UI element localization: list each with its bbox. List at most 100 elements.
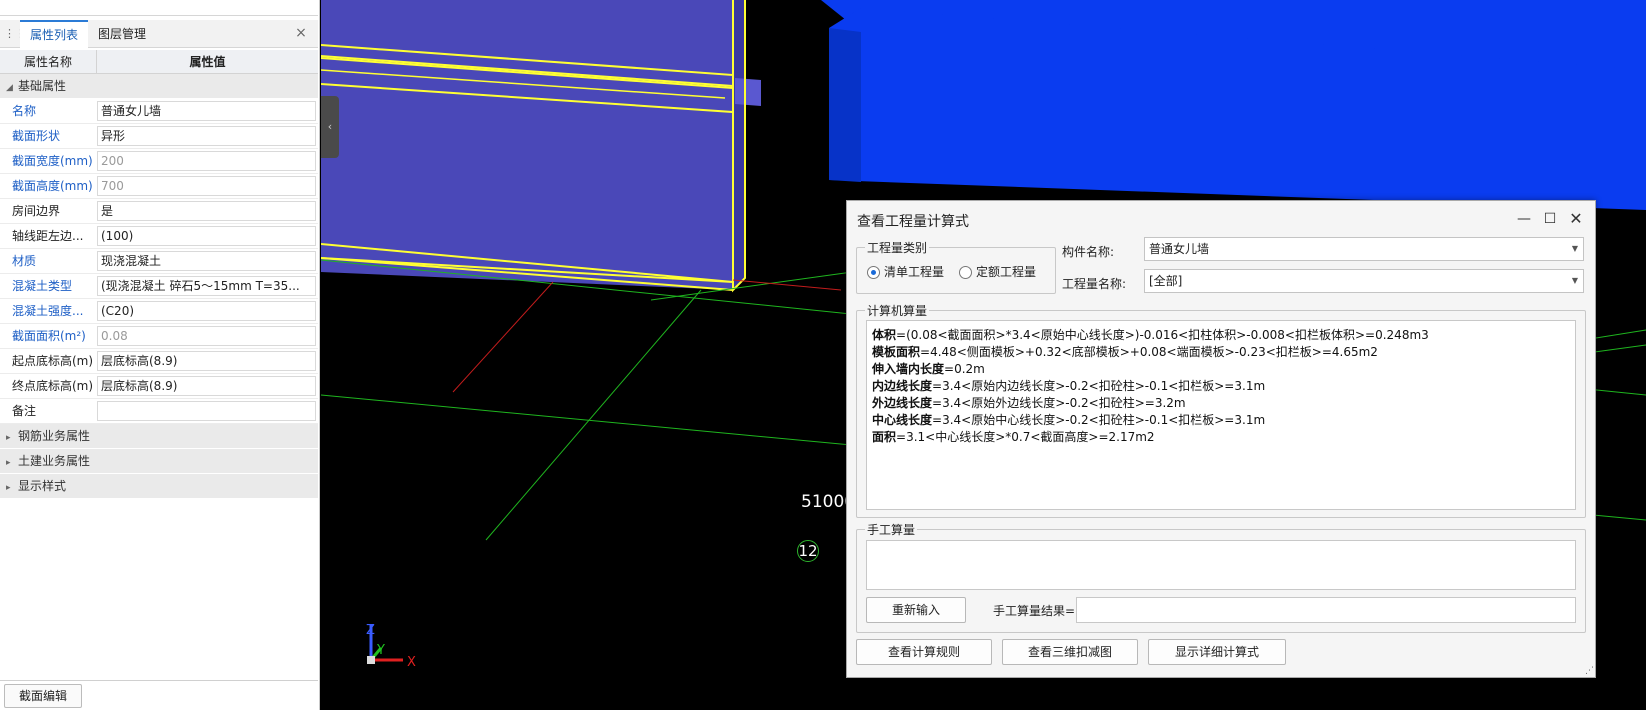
slab-edge: [829, 28, 861, 182]
property-name: 混凝土强度...: [12, 304, 84, 318]
table-header: 属性名称 属性值: [0, 50, 318, 74]
property-group-collapsed[interactable]: ▸ 钢筋业务属性: [0, 424, 318, 449]
property-name: 混凝土类型: [12, 279, 73, 293]
formula-key: 体积: [872, 328, 897, 342]
property-value-field[interactable]: 200: [97, 151, 316, 171]
show-detailed-formula-button[interactable]: 显示详细计算式: [1148, 639, 1286, 665]
quantity-formula-dialog: 查看工程量计算式 — ☐ ✕ 工程量类别 清单工程量 定额工程量 构件名称: 普…: [846, 200, 1596, 678]
panel-top-strip: [0, 0, 318, 16]
property-group-collapsed[interactable]: ▸ 显示样式: [0, 474, 318, 499]
property-name: 备注: [12, 404, 37, 418]
tab-property-list[interactable]: 属性列表: [20, 20, 89, 48]
wall-end-stub: [735, 78, 761, 106]
wall-body: [321, 0, 733, 290]
property-name: 材质: [12, 254, 37, 268]
collapsed-triangle-icon[interactable]: ▸: [6, 426, 18, 451]
property-name: 轴线距左边...: [12, 229, 84, 243]
property-value-field[interactable]: 层底标高(8.9): [97, 351, 316, 371]
radio-bill-quantity[interactable]: 清单工程量: [867, 263, 944, 281]
property-row[interactable]: 备注: [0, 399, 318, 424]
column-header-value: 属性值: [189, 55, 226, 69]
property-value-field[interactable]: (现浇混凝土 碎石5～15mm T=35...: [97, 276, 316, 296]
property-row[interactable]: 截面高度(mm) 700: [0, 174, 318, 199]
formula-key: 模板面积: [872, 345, 921, 359]
formula-expression: =3.4<原始外边线长度>-0.2<扣砼柱>=3.2m: [932, 396, 1186, 410]
section-edit-button[interactable]: 截面编辑: [4, 684, 82, 708]
property-value-field[interactable]: 层底标高(8.9): [97, 376, 316, 396]
select-value: [全部]: [1149, 274, 1183, 288]
formula-line: 面积=3.1<中心线长度>*0.7<截面高度>=2.17m2: [872, 429, 1570, 446]
property-value-field[interactable]: 是: [97, 201, 316, 221]
property-group-collapsed[interactable]: ▸ 土建业务属性: [0, 449, 318, 474]
property-row[interactable]: 名称 普通女儿墙: [0, 99, 318, 124]
drag-grip-icon[interactable]: ⋮⋮: [4, 27, 26, 41]
property-value-field[interactable]: 0.08: [97, 326, 316, 346]
axis-y-label: Y: [376, 643, 385, 658]
resize-grip-icon[interactable]: ⋰: [1585, 666, 1594, 676]
property-value-field[interactable]: (C20): [97, 301, 316, 321]
quantity-name-label: 工程量名称:: [1062, 277, 1127, 291]
formula-key: 中心线长度: [872, 413, 933, 427]
maximize-icon[interactable]: ☐: [1539, 209, 1561, 229]
group-basic-properties[interactable]: ◢ 基础属性: [0, 74, 318, 99]
radio-quota-quantity[interactable]: 定额工程量: [959, 263, 1036, 281]
group-label: 显示样式: [18, 479, 67, 493]
collapsed-triangle-icon[interactable]: ▸: [6, 476, 18, 501]
close-icon[interactable]: ✕: [1565, 209, 1587, 229]
minimize-icon[interactable]: —: [1513, 209, 1535, 229]
axis-z-label: Z: [366, 623, 375, 638]
axis-origin: [367, 656, 375, 664]
divider: [0, 680, 318, 681]
collapse-panel-handle[interactable]: ‹: [321, 96, 339, 158]
property-row[interactable]: 混凝土强度... (C20): [0, 299, 318, 324]
property-row[interactable]: 轴线距左边... (100): [0, 224, 318, 249]
property-value-field[interactable]: (100): [97, 226, 316, 246]
formula-key: 内边线长度: [872, 379, 933, 393]
group-label: 基础属性: [18, 79, 67, 93]
property-value-field[interactable]: [97, 401, 316, 421]
property-value-field[interactable]: 普通女儿墙: [97, 101, 316, 121]
formula-key: 面积: [872, 430, 897, 444]
quantity-type-group: 工程量类别 清单工程量 定额工程量: [856, 239, 1056, 294]
dropdown-arrow-icon[interactable]: ▼: [1572, 238, 1578, 260]
reinput-button[interactable]: 重新输入: [866, 597, 966, 623]
collapsed-triangle-icon[interactable]: ▸: [6, 451, 18, 476]
component-name-label: 构件名称:: [1062, 245, 1115, 259]
property-value-field[interactable]: 异形: [97, 126, 316, 146]
axis-line-red: [452, 281, 554, 393]
manual-formula-input[interactable]: [866, 540, 1576, 590]
property-row[interactable]: 截面形状 异形: [0, 124, 318, 149]
property-value-field[interactable]: 700: [97, 176, 316, 196]
property-panel: ⋮⋮ 属性列表 图层管理 × 属性名称 属性值 ◢ 基础属性 名称 普通女儿墙 截面形…: [0, 0, 320, 710]
dropdown-arrow-icon[interactable]: ▼: [1572, 270, 1578, 292]
radio-selected-icon[interactable]: [867, 266, 880, 279]
formula-line: 中心线长度=3.4<原始中心线长度>-0.2<扣砼柱>-0.1<扣栏板>=3.1…: [872, 412, 1570, 429]
chevron-left-icon: ‹: [327, 120, 333, 133]
property-row[interactable]: 起点底标高(m) 层底标高(8.9): [0, 349, 318, 374]
property-row[interactable]: 材质 现浇混凝土: [0, 249, 318, 274]
view-3d-deduction-button[interactable]: 查看三维扣减图: [1002, 639, 1138, 665]
property-row[interactable]: 终点底标高(m) 层底标高(8.9): [0, 374, 318, 399]
close-icon[interactable]: ×: [292, 24, 310, 42]
formula-expression: =4.48<侧面模板>+0.32<底部模板>+0.08<端面模板>-0.23<扣…: [920, 345, 1378, 359]
radio-unselected-icon[interactable]: [959, 266, 972, 279]
formula-line: 模板面积=4.48<侧面模板>+0.32<底部模板>+0.08<端面模板>-0.…: [872, 344, 1570, 361]
property-value-field[interactable]: 现浇混凝土: [97, 251, 316, 271]
select-value: 普通女儿墙: [1149, 242, 1210, 256]
column-header-name: 属性名称: [0, 50, 97, 73]
component-name-select[interactable]: 普通女儿墙 ▼: [1144, 237, 1584, 261]
tab-layer-management[interactable]: 图层管理: [88, 20, 156, 48]
property-name: 起点底标高(m): [12, 354, 94, 368]
property-row[interactable]: 截面宽度(mm) 200: [0, 149, 318, 174]
property-row[interactable]: 截面面积(m²) 0.08: [0, 324, 318, 349]
formula-expression: =3.4<原始内边线长度>-0.2<扣砼柱>-0.1<扣栏板>=3.1m: [932, 379, 1266, 393]
formula-text-area[interactable]: 体积=(0.08<截面面积>*3.4<原始中心线长度>)-0.016<扣柱体积>…: [866, 320, 1576, 510]
manual-result-field[interactable]: [1076, 597, 1576, 623]
quantity-name-select[interactable]: [全部] ▼: [1144, 269, 1584, 293]
grid-axis-bubble: 12: [797, 540, 819, 562]
property-row[interactable]: 房间边界 是: [0, 199, 318, 224]
expanded-triangle-icon[interactable]: ◢: [6, 76, 18, 101]
property-row[interactable]: 混凝土类型 (现浇混凝土 碎石5～15mm T=35...: [0, 274, 318, 299]
view-calc-rules-button[interactable]: 查看计算规则: [856, 639, 992, 665]
property-name: 截面形状: [12, 129, 61, 143]
